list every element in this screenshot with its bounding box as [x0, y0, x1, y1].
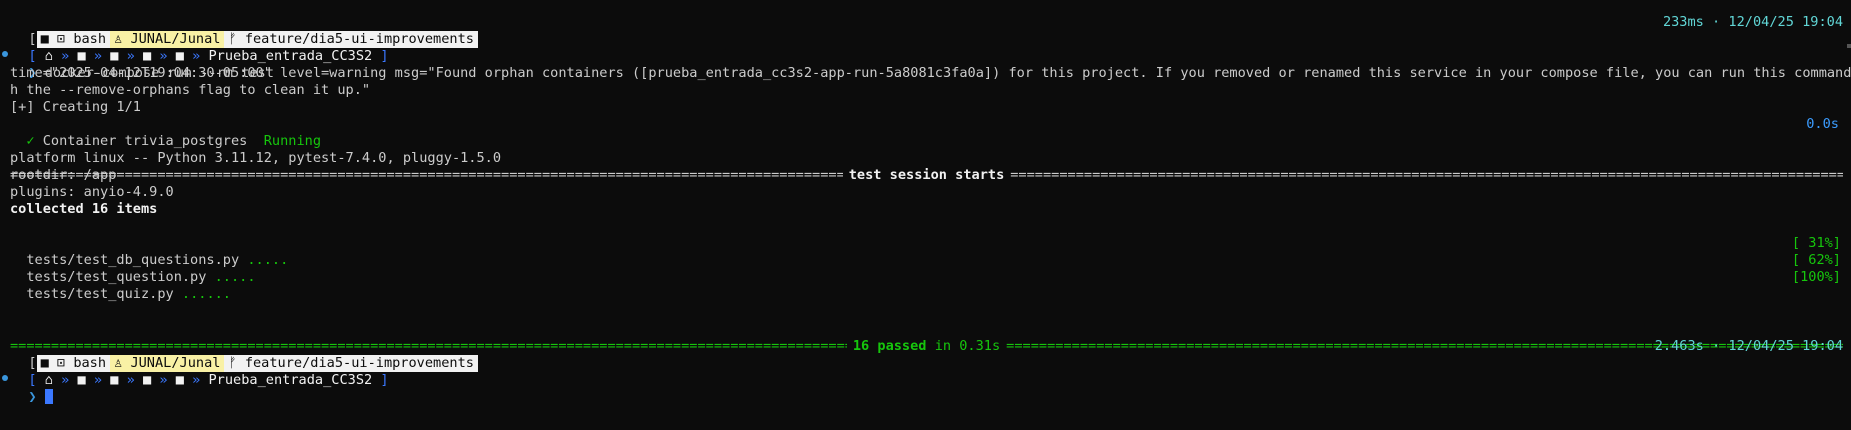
prompt-path-1: [ ⌂ » ■ » ■ » ■ » ■ » Prueba_entrada_CC3…: [28, 48, 389, 64]
collected-line: collected 16 items: [10, 201, 158, 217]
plugins-line: plugins: anyio-4.9.0: [10, 184, 174, 200]
command-line-1: ❯ docker-compose run --rm test: [12, 48, 1851, 81]
warning-line-1: time="2025-04-12T19:04:30-05:00" level=w…: [10, 65, 1851, 81]
test-percent: [ 31%]: [1791, 235, 1841, 251]
prompt-timing-1: 233ms · 12/04/25 19:04: [1662, 14, 1843, 30]
command-line-2[interactable]: ❯: [12, 372, 1851, 405]
rootdir-line: rootdir: /app: [10, 167, 117, 183]
test-row: tests/test_quiz.py ...... [100%]: [10, 269, 1841, 302]
prompt-arrow-icon: ❯: [28, 389, 45, 405]
prompt-header-2: [■ ⊡ bash ♙ JUNAL/Junal ᚠ feature/dia5-ui-…: [12, 338, 1851, 372]
test-row: tests/test_question.py ..... [ 62%]: [10, 252, 1841, 285]
prompt-marker: [2, 375, 8, 381]
container-line: ✓ Container trivia_postgres Running 0.0s: [10, 116, 1851, 149]
platform-line: platform linux -- Python 3.11.12, pytest…: [10, 150, 502, 166]
test-dots: ......: [181, 286, 231, 302]
summary-separator: ========================================…: [10, 304, 1843, 354]
test-file: tests/test_quiz.py: [26, 286, 174, 302]
prompt-timing-2: 2.463s · 12/04/25 19:04: [1654, 338, 1843, 354]
prompt-path-2: [ ⌂ » ■ » ■ » ■ » ■ » Prueba_entrada_CC3…: [28, 372, 389, 388]
creating-line: [+] Creating 1/1: [10, 99, 141, 115]
warning-line-2: h the --remove-orphans flag to clean it …: [10, 82, 371, 98]
text-cursor[interactable]: [44, 389, 53, 404]
prompt-header-1: [■ ⊡ bash ♙ JUNAL/Junal ᚠ feature/dia5-ui-…: [12, 14, 1851, 48]
test-percent: [ 62%]: [1791, 252, 1841, 268]
container-time: 0.0s: [1806, 116, 1839, 132]
prompt-marker: [2, 51, 8, 57]
session-separator: ========================================…: [10, 133, 1843, 183]
test-percent: [100%]: [1791, 269, 1841, 285]
test-row: tests/test_db_questions.py ..... [ 31%]: [10, 235, 1841, 268]
scrollbar-marker[interactable]: [1847, 44, 1851, 48]
